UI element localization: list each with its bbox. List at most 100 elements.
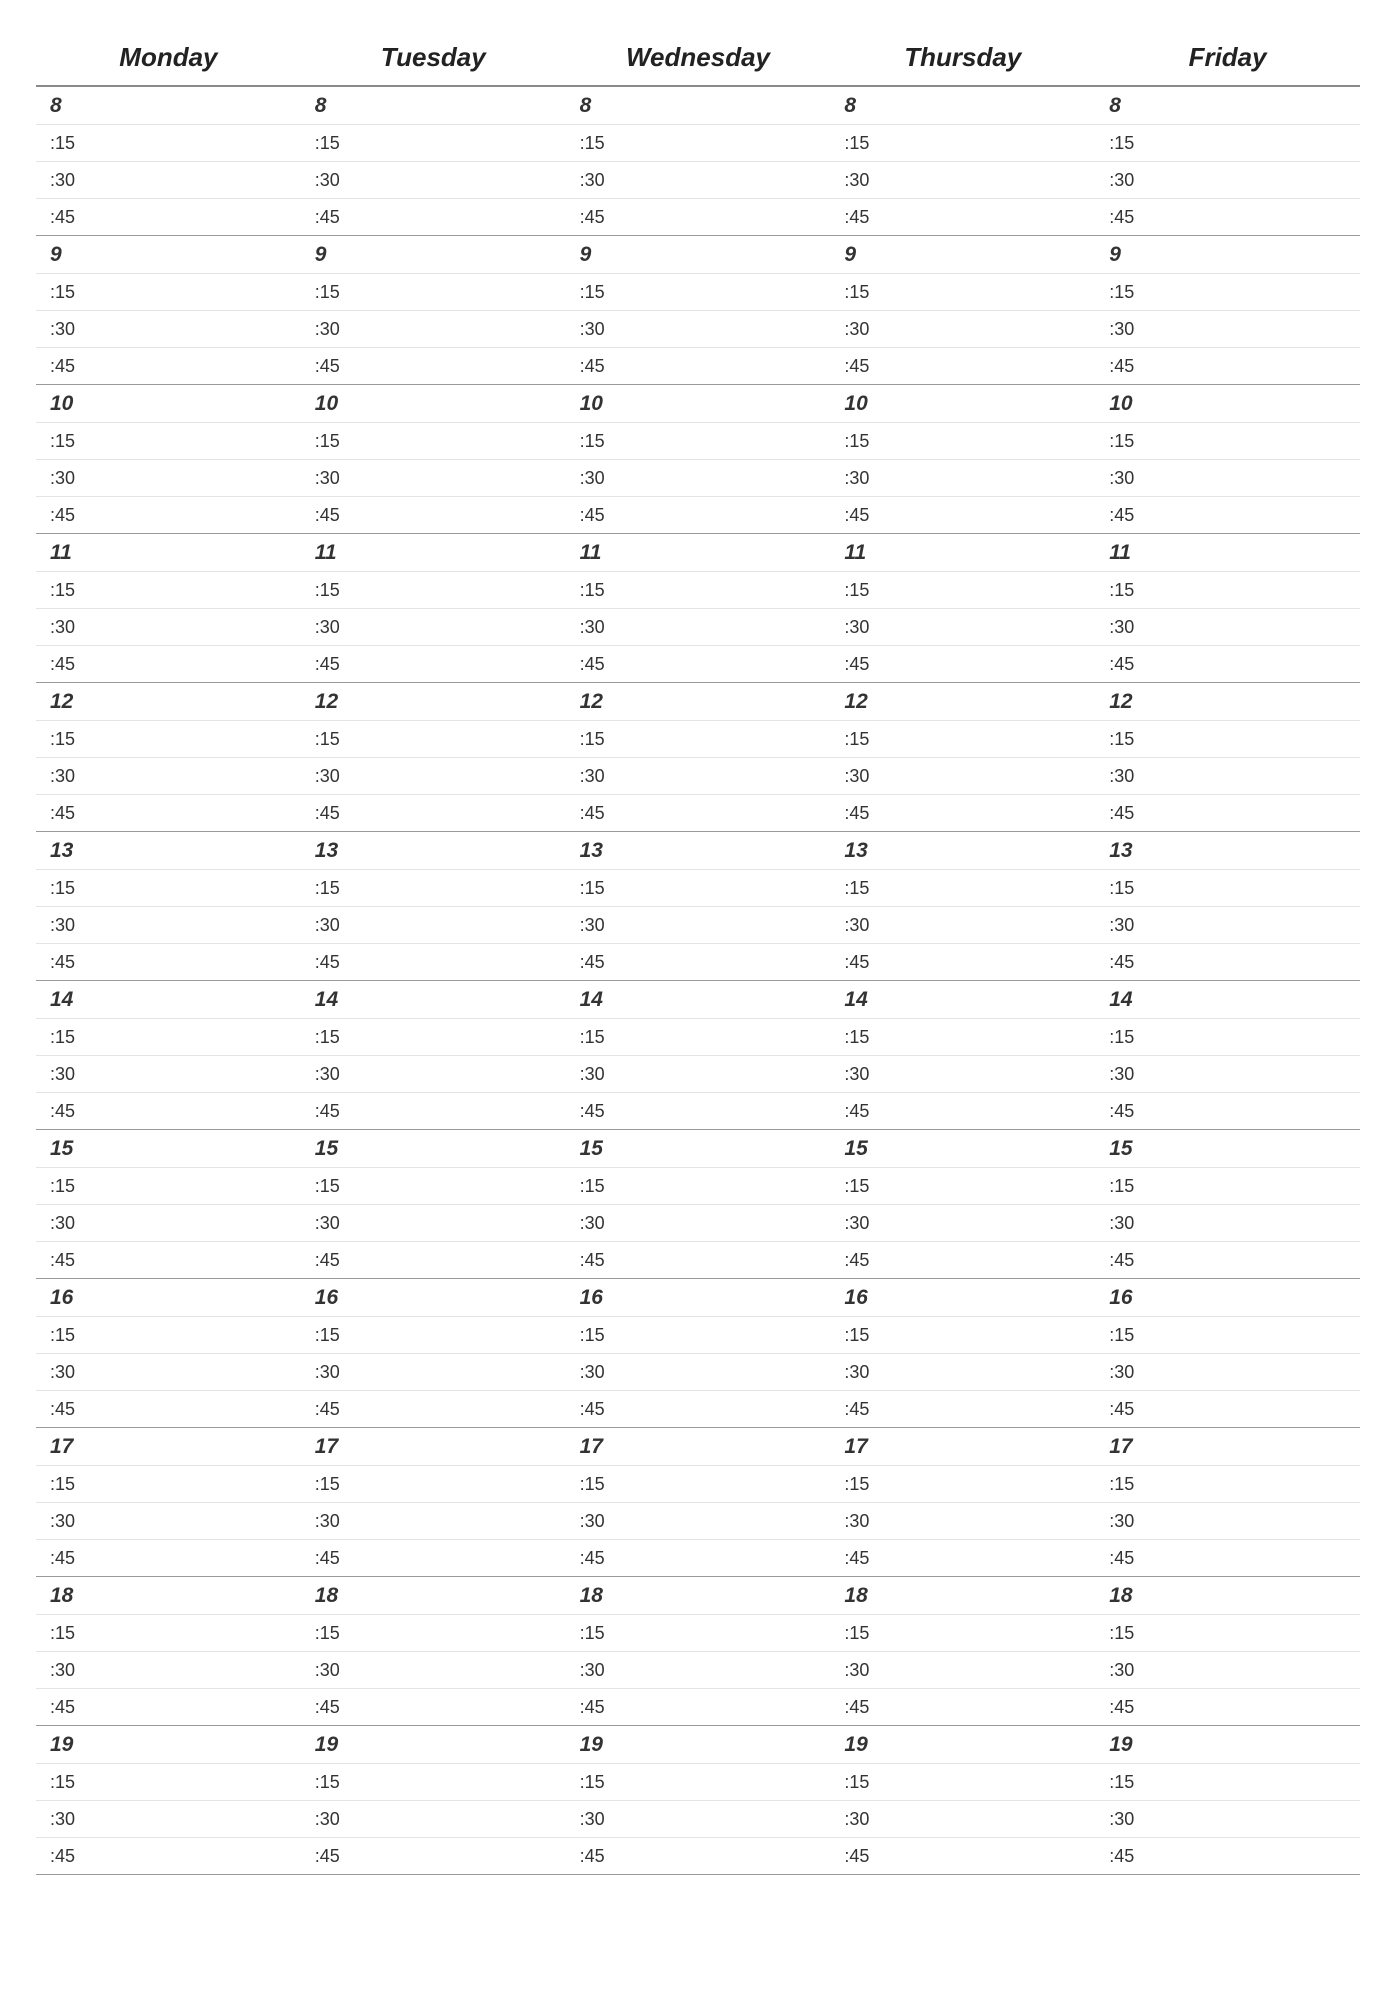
time-slot-minute[interactable]: :15 bbox=[301, 571, 566, 608]
time-slot-minute[interactable]: :30 bbox=[1095, 161, 1360, 198]
time-slot-minute[interactable]: :45 bbox=[1095, 198, 1360, 235]
time-slot-hour[interactable]: 10 bbox=[1095, 384, 1360, 422]
time-slot-minute[interactable]: :30 bbox=[36, 1502, 301, 1539]
time-slot-minute[interactable]: :30 bbox=[1095, 1800, 1360, 1837]
time-slot-hour[interactable]: 14 bbox=[301, 980, 566, 1018]
time-slot-minute[interactable]: :30 bbox=[1095, 459, 1360, 496]
time-slot-minute[interactable]: :45 bbox=[1095, 645, 1360, 682]
time-slot-hour[interactable]: 19 bbox=[1095, 1725, 1360, 1763]
time-slot-minute[interactable]: :45 bbox=[1095, 1539, 1360, 1576]
time-slot-minute[interactable]: :30 bbox=[830, 608, 1095, 645]
time-slot-minute[interactable]: :30 bbox=[566, 1204, 831, 1241]
time-slot-minute[interactable]: :45 bbox=[301, 496, 566, 533]
time-slot-hour[interactable]: 13 bbox=[36, 831, 301, 869]
time-slot-minute[interactable]: :15 bbox=[566, 869, 831, 906]
time-slot-minute[interactable]: :30 bbox=[566, 310, 831, 347]
time-slot-minute[interactable]: :15 bbox=[36, 1614, 301, 1651]
time-slot-minute[interactable]: :15 bbox=[301, 1167, 566, 1204]
time-slot-hour[interactable]: 15 bbox=[830, 1129, 1095, 1167]
time-slot-minute[interactable]: :45 bbox=[1095, 1837, 1360, 1875]
time-slot-hour[interactable]: 18 bbox=[301, 1576, 566, 1614]
time-slot-minute[interactable]: :30 bbox=[301, 161, 566, 198]
time-slot-hour[interactable]: 10 bbox=[301, 384, 566, 422]
time-slot-minute[interactable]: :15 bbox=[566, 1167, 831, 1204]
time-slot-minute[interactable]: :30 bbox=[830, 310, 1095, 347]
time-slot-hour[interactable]: 19 bbox=[301, 1725, 566, 1763]
time-slot-minute[interactable]: :15 bbox=[301, 1018, 566, 1055]
time-slot-hour[interactable]: 17 bbox=[830, 1427, 1095, 1465]
time-slot-minute[interactable]: :45 bbox=[566, 943, 831, 980]
time-slot-minute[interactable]: :45 bbox=[301, 645, 566, 682]
time-slot-minute[interactable]: :15 bbox=[36, 1465, 301, 1502]
time-slot-hour[interactable]: 12 bbox=[830, 682, 1095, 720]
time-slot-minute[interactable]: :45 bbox=[301, 347, 566, 384]
time-slot-hour[interactable]: 18 bbox=[36, 1576, 301, 1614]
time-slot-hour[interactable]: 8 bbox=[36, 85, 301, 124]
time-slot-minute[interactable]: :15 bbox=[1095, 124, 1360, 161]
time-slot-minute[interactable]: :15 bbox=[1095, 1763, 1360, 1800]
time-slot-minute[interactable]: :30 bbox=[301, 608, 566, 645]
time-slot-hour[interactable]: 14 bbox=[1095, 980, 1360, 1018]
time-slot-minute[interactable]: :15 bbox=[1095, 720, 1360, 757]
time-slot-minute[interactable]: :45 bbox=[301, 1241, 566, 1278]
time-slot-minute[interactable]: :45 bbox=[36, 794, 301, 831]
time-slot-hour[interactable]: 16 bbox=[1095, 1278, 1360, 1316]
time-slot-minute[interactable]: :45 bbox=[36, 645, 301, 682]
time-slot-minute[interactable]: :45 bbox=[830, 1539, 1095, 1576]
time-slot-hour[interactable]: 11 bbox=[1095, 533, 1360, 571]
time-slot-minute[interactable]: :15 bbox=[566, 1614, 831, 1651]
time-slot-hour[interactable]: 9 bbox=[301, 235, 566, 273]
time-slot-minute[interactable]: :45 bbox=[36, 1390, 301, 1427]
time-slot-hour[interactable]: 13 bbox=[301, 831, 566, 869]
time-slot-minute[interactable]: :45 bbox=[301, 794, 566, 831]
time-slot-minute[interactable]: :45 bbox=[566, 1539, 831, 1576]
time-slot-minute[interactable]: :30 bbox=[36, 1800, 301, 1837]
time-slot-hour[interactable]: 11 bbox=[301, 533, 566, 571]
time-slot-minute[interactable]: :15 bbox=[36, 422, 301, 459]
time-slot-hour[interactable]: 10 bbox=[830, 384, 1095, 422]
time-slot-hour[interactable]: 17 bbox=[566, 1427, 831, 1465]
time-slot-minute[interactable]: :15 bbox=[36, 1763, 301, 1800]
time-slot-hour[interactable]: 11 bbox=[36, 533, 301, 571]
time-slot-minute[interactable]: :30 bbox=[830, 1800, 1095, 1837]
time-slot-hour[interactable]: 18 bbox=[566, 1576, 831, 1614]
time-slot-minute[interactable]: :45 bbox=[1095, 1688, 1360, 1725]
time-slot-minute[interactable]: :15 bbox=[36, 869, 301, 906]
time-slot-minute[interactable]: :30 bbox=[301, 1055, 566, 1092]
time-slot-minute[interactable]: :15 bbox=[301, 1763, 566, 1800]
time-slot-hour[interactable]: 11 bbox=[566, 533, 831, 571]
time-slot-minute[interactable]: :45 bbox=[830, 794, 1095, 831]
time-slot-hour[interactable]: 9 bbox=[566, 235, 831, 273]
time-slot-minute[interactable]: :15 bbox=[566, 571, 831, 608]
time-slot-minute[interactable]: :30 bbox=[566, 1353, 831, 1390]
time-slot-minute[interactable]: :15 bbox=[830, 273, 1095, 310]
time-slot-minute[interactable]: :45 bbox=[830, 1092, 1095, 1129]
time-slot-minute[interactable]: :15 bbox=[566, 1018, 831, 1055]
time-slot-minute[interactable]: :15 bbox=[566, 1316, 831, 1353]
time-slot-minute[interactable]: :30 bbox=[301, 1204, 566, 1241]
time-slot-minute[interactable]: :30 bbox=[301, 459, 566, 496]
time-slot-minute[interactable]: :15 bbox=[36, 273, 301, 310]
time-slot-hour[interactable]: 13 bbox=[830, 831, 1095, 869]
time-slot-minute[interactable]: :45 bbox=[36, 1837, 301, 1875]
time-slot-hour[interactable]: 16 bbox=[566, 1278, 831, 1316]
time-slot-minute[interactable]: :30 bbox=[830, 1353, 1095, 1390]
time-slot-minute[interactable]: :15 bbox=[830, 1763, 1095, 1800]
time-slot-minute[interactable]: :30 bbox=[566, 608, 831, 645]
time-slot-hour[interactable]: 14 bbox=[566, 980, 831, 1018]
time-slot-minute[interactable]: :15 bbox=[36, 124, 301, 161]
time-slot-minute[interactable]: :30 bbox=[301, 1353, 566, 1390]
time-slot-minute[interactable]: :30 bbox=[566, 1502, 831, 1539]
time-slot-minute[interactable]: :15 bbox=[830, 1167, 1095, 1204]
time-slot-minute[interactable]: :45 bbox=[566, 645, 831, 682]
time-slot-minute[interactable]: :15 bbox=[1095, 273, 1360, 310]
time-slot-minute[interactable]: :30 bbox=[1095, 310, 1360, 347]
time-slot-minute[interactable]: :45 bbox=[566, 1390, 831, 1427]
time-slot-minute[interactable]: :45 bbox=[36, 1539, 301, 1576]
time-slot-minute[interactable]: :15 bbox=[566, 124, 831, 161]
time-slot-minute[interactable]: :15 bbox=[301, 720, 566, 757]
time-slot-minute[interactable]: :30 bbox=[36, 161, 301, 198]
time-slot-minute[interactable]: :45 bbox=[566, 347, 831, 384]
time-slot-hour[interactable]: 12 bbox=[566, 682, 831, 720]
time-slot-minute[interactable]: :30 bbox=[1095, 757, 1360, 794]
